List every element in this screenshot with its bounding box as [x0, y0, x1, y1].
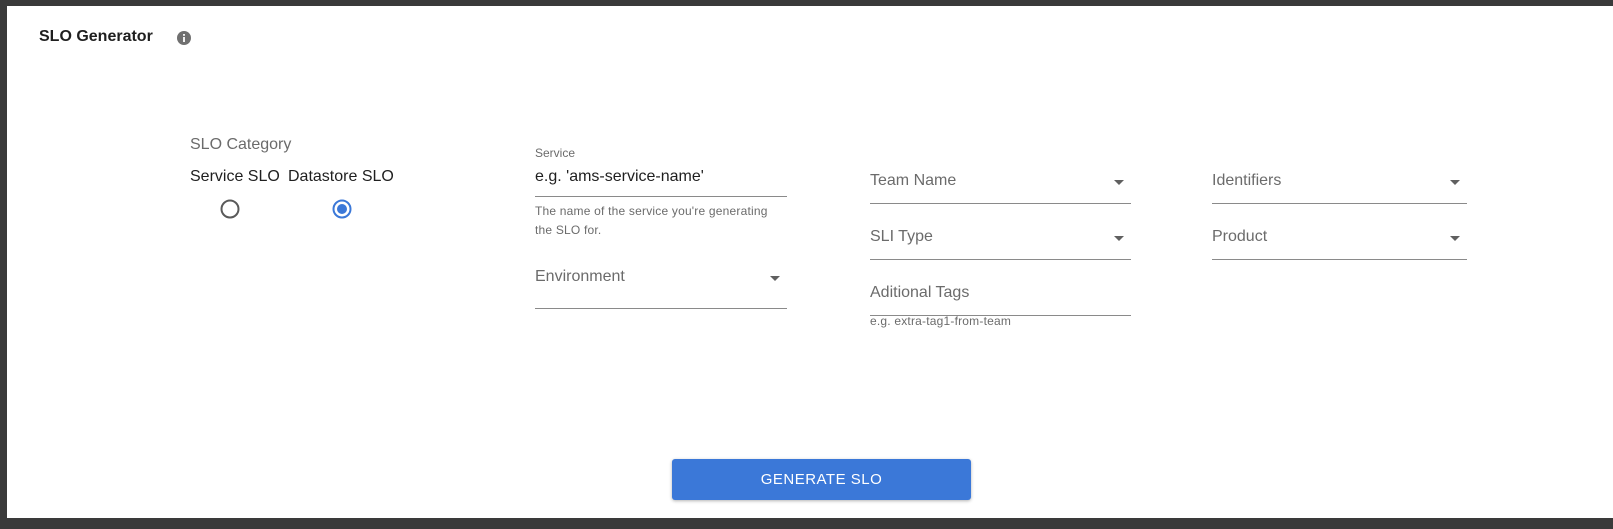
generate-slo-button[interactable]: GENERATE SLO	[672, 459, 971, 500]
product-label: Product	[1212, 228, 1268, 245]
service-underline	[535, 196, 787, 197]
chevron-down-icon	[1114, 180, 1124, 185]
service-helper-text: The name of the service you're generatin…	[535, 204, 768, 237]
info-icon[interactable]	[176, 30, 192, 46]
datastore-slo-radio[interactable]	[332, 199, 352, 219]
environment-label: Environment	[535, 268, 625, 285]
product-underline	[1212, 259, 1467, 260]
service-slo-radio[interactable]	[220, 199, 240, 219]
service-field[interactable]: Service e.g. 'ams-service-name'	[535, 146, 787, 198]
sli-type-label: SLI Type	[870, 228, 933, 245]
team-name-underline	[870, 203, 1131, 204]
additional-tags-helper-text: e.g. extra-tag1-from-team	[870, 314, 1012, 328]
chevron-down-icon	[1114, 236, 1124, 241]
service-input-placeholder: e.g. 'ams-service-name'	[535, 168, 704, 185]
datastore-slo-label: Datastore SLO	[288, 168, 394, 185]
service-slo-label: Service SLO	[190, 168, 280, 185]
slo-category-label: SLO Category	[190, 136, 292, 153]
chevron-down-icon	[1450, 180, 1460, 185]
chevron-down-icon	[770, 276, 780, 281]
identifiers-underline	[1212, 203, 1467, 204]
environment-select[interactable]: Environment	[535, 268, 787, 310]
environment-underline	[535, 308, 787, 309]
slo-generator-card: SLO Generator SLO Category Service SLO D…	[7, 6, 1613, 518]
identifiers-label: Identifiers	[1212, 172, 1282, 189]
identifiers-select[interactable]: Identifiers	[1212, 172, 1467, 204]
product-select[interactable]: Product	[1212, 228, 1467, 260]
service-label: Service	[535, 146, 576, 160]
team-name-select[interactable]: Team Name	[870, 172, 1131, 204]
chevron-down-icon	[1450, 236, 1460, 241]
team-name-label: Team Name	[870, 172, 957, 189]
sli-type-underline	[870, 259, 1131, 260]
sli-type-select[interactable]: SLI Type	[870, 228, 1131, 260]
additional-tags-label: Aditional Tags	[870, 284, 970, 301]
page-title: SLO Generator	[39, 28, 153, 45]
